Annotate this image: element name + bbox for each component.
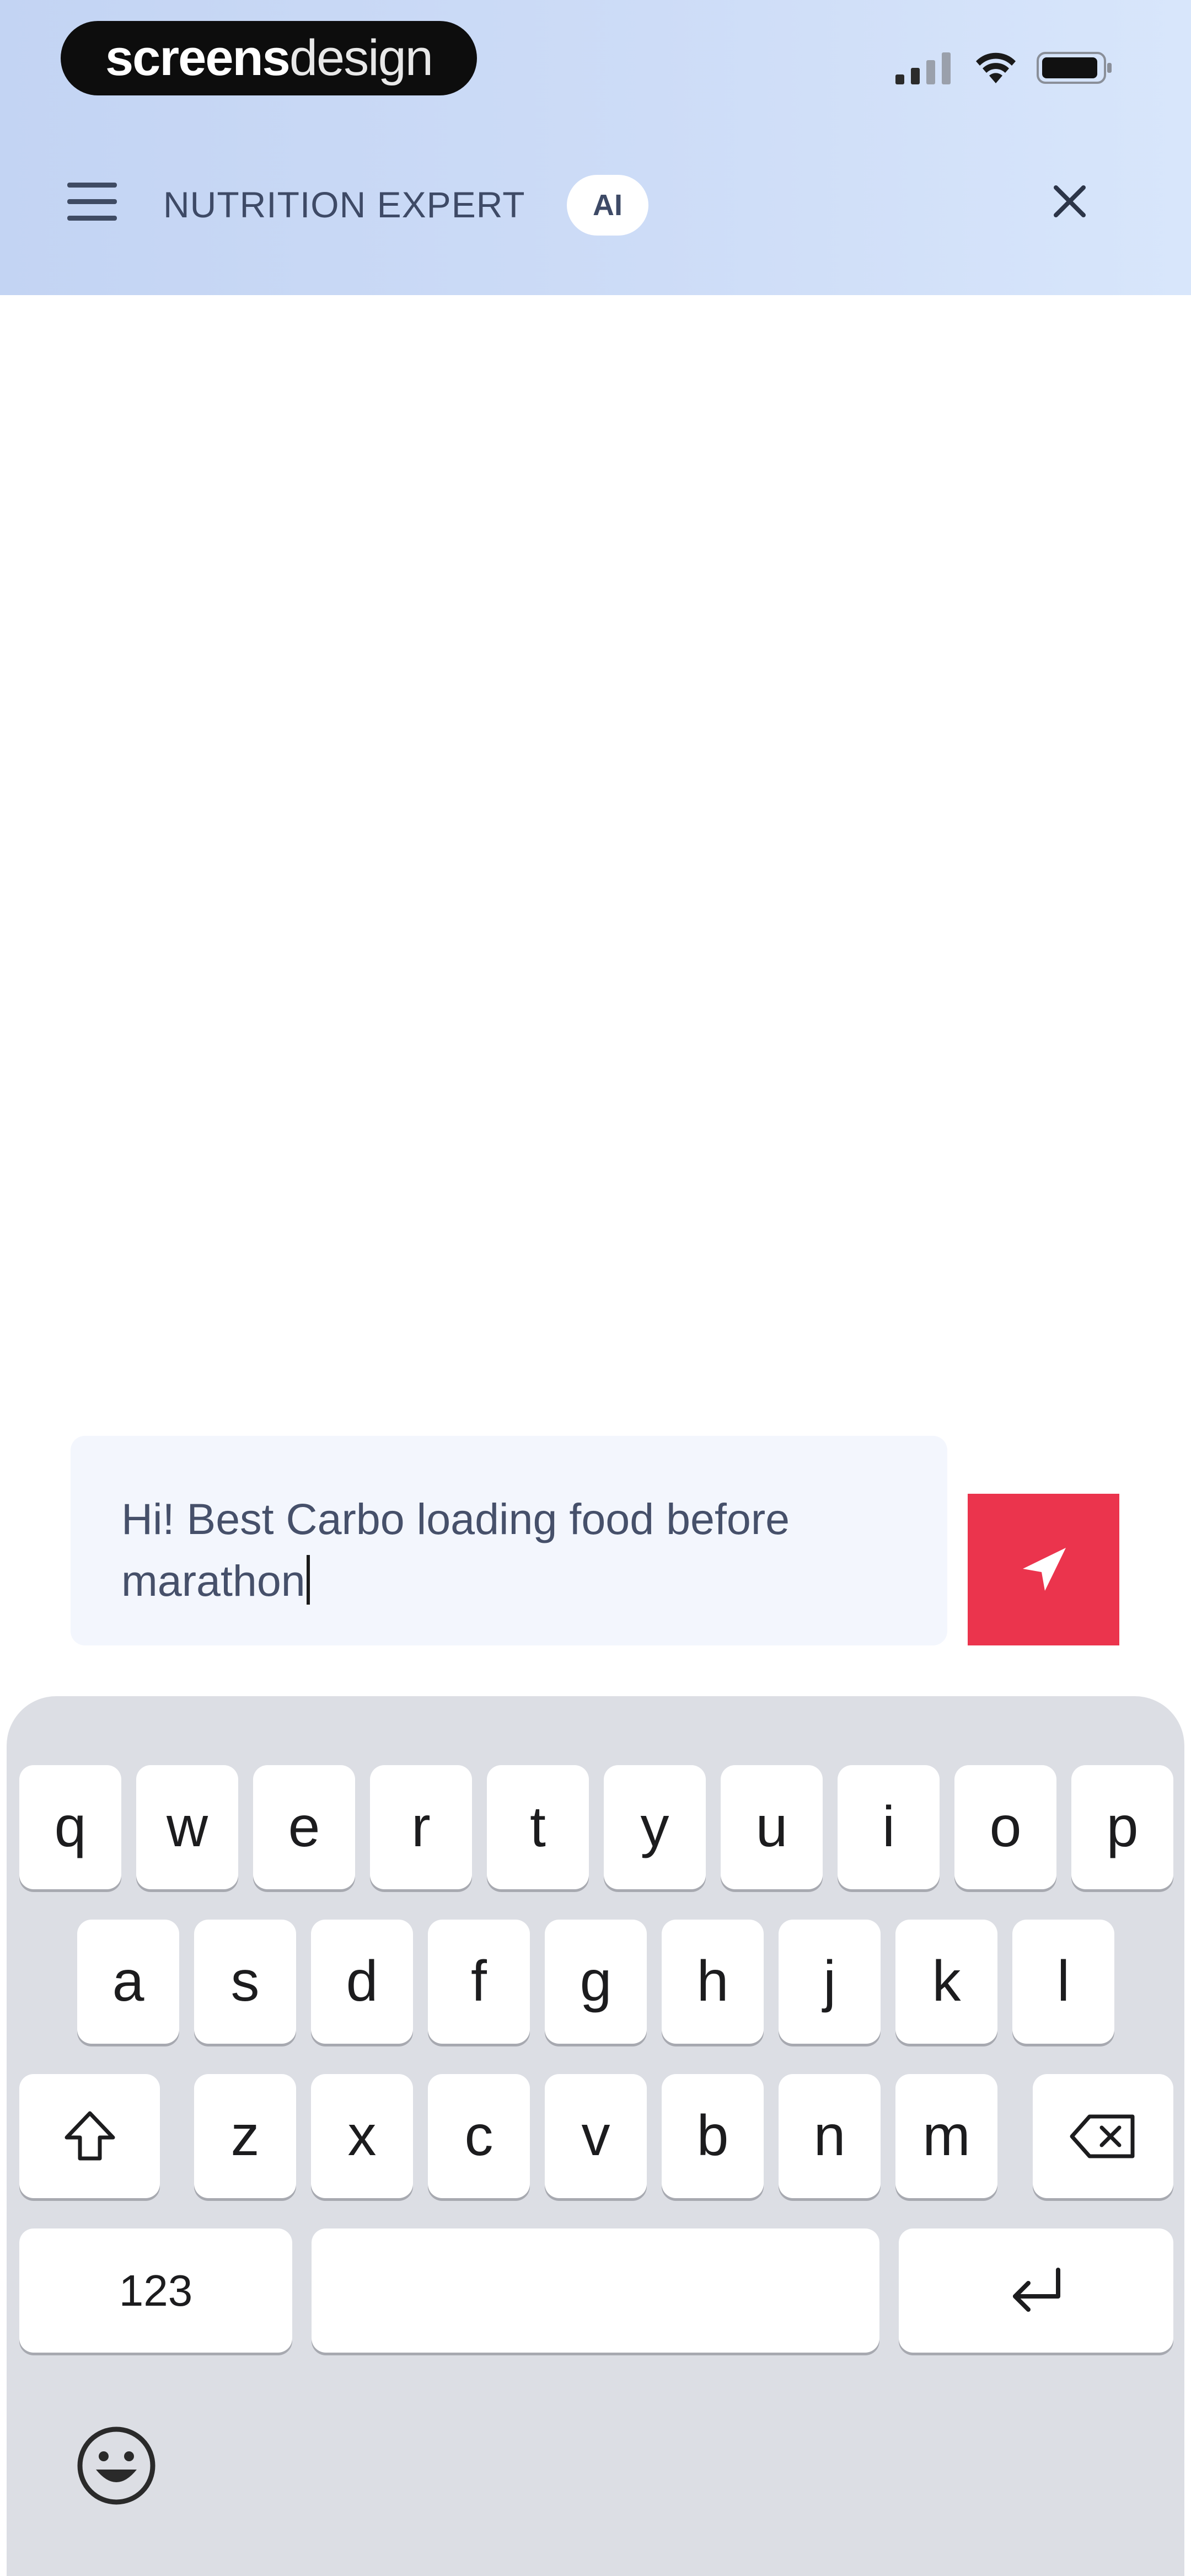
emoji-button[interactable] (75, 2424, 158, 2507)
key-p[interactable]: p (1071, 1765, 1173, 1889)
key-s[interactable]: s (194, 1920, 296, 2044)
key-v[interactable]: v (545, 2074, 647, 2198)
key-c[interactable]: c (428, 2074, 530, 2198)
key-m[interactable]: m (895, 2074, 997, 2198)
key-n[interactable]: n (779, 2074, 881, 2198)
close-button[interactable] (1048, 179, 1092, 223)
close-icon (1054, 185, 1086, 217)
message-input-value: Hi! Best Carbo loading food before marat… (121, 1494, 790, 1605)
emoji-icon (77, 2427, 155, 2505)
key-l[interactable]: l (1012, 1920, 1114, 2044)
key-o[interactable]: o (954, 1765, 1056, 1889)
backspace-key[interactable] (1033, 2074, 1173, 2198)
on-screen-keyboard: q w e r t y u i o p a s d f g h j k l z … (7, 1696, 1184, 2576)
key-i[interactable]: i (838, 1765, 940, 1889)
status-icons (895, 43, 1114, 93)
ai-badge: AI (567, 175, 648, 236)
return-key[interactable] (899, 2228, 1173, 2353)
send-button[interactable] (968, 1494, 1119, 1645)
key-g[interactable]: g (545, 1920, 647, 2044)
text-caret (306, 1555, 310, 1605)
key-d[interactable]: d (311, 1920, 413, 2044)
app-header: screens design NUTRITION EXPERT AI (0, 0, 1191, 295)
key-u[interactable]: u (721, 1765, 823, 1889)
send-arrow-icon (1022, 1547, 1066, 1591)
brand-logo-bold: screens (105, 30, 291, 86)
key-f[interactable]: f (428, 1920, 530, 2044)
chat-messages-area (0, 295, 1191, 1420)
message-input-text: Hi! Best Carbo loading food before marat… (121, 1488, 904, 1612)
key-w[interactable]: w (136, 1765, 238, 1889)
key-z[interactable]: z (194, 2074, 296, 2198)
space-key[interactable] (312, 2228, 879, 2353)
backspace-icon (1070, 2114, 1134, 2158)
key-t[interactable]: t (487, 1765, 589, 1889)
key-q[interactable]: q (19, 1765, 121, 1889)
key-k[interactable]: k (895, 1920, 997, 2044)
key-b[interactable]: b (662, 2074, 764, 2198)
brand-logo-light: design (289, 30, 433, 86)
key-a[interactable]: a (77, 1920, 179, 2044)
message-input[interactable]: Hi! Best Carbo loading food before marat… (71, 1436, 947, 1645)
battery-icon (1037, 52, 1112, 84)
shift-icon (65, 2111, 115, 2160)
signal-bars-icon (895, 52, 951, 84)
wifi-icon (976, 52, 1016, 83)
key-r[interactable]: r (370, 1765, 472, 1889)
brand-logo: screens design (61, 21, 477, 95)
page-title: NUTRITION EXPERT (163, 184, 525, 225)
chat-screen: screens design NUTRITION EXPERT AI Hi! B… (0, 0, 1191, 2576)
key-e[interactable]: e (253, 1765, 355, 1889)
key-x[interactable]: x (311, 2074, 413, 2198)
shift-key[interactable] (19, 2074, 160, 2198)
key-y[interactable]: y (604, 1765, 706, 1889)
numbers-key[interactable]: 123 (19, 2228, 292, 2353)
key-j[interactable]: j (779, 1920, 881, 2044)
return-icon (1013, 2267, 1060, 2312)
key-h[interactable]: h (662, 1920, 764, 2044)
hamburger-menu-icon[interactable] (67, 179, 117, 223)
